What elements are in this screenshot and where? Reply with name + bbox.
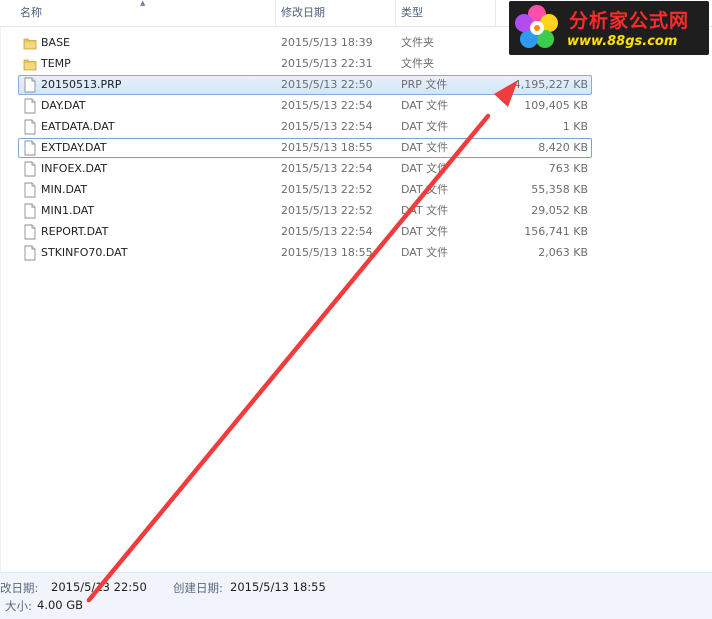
file-name: EATDATA.DAT (41, 120, 115, 133)
file-modified-date: 2015/5/13 18:55 (281, 141, 373, 154)
file-name: DAY.DAT (41, 99, 86, 112)
folder-icon (23, 35, 37, 51)
file-name: MIN.DAT (41, 183, 88, 196)
file-row[interactable]: 20150513.PRP 2015/5/13 22:50 PRP 文件 4,195,2… (18, 75, 592, 95)
file-type: PRP 文件 (401, 78, 448, 91)
file-modified-date: 2015/5/13 22:52 (281, 204, 373, 217)
file-icon (23, 140, 37, 156)
file-modified-date: 2015/5/13 22:50 (281, 78, 373, 91)
file-type: DAT 文件 (401, 162, 449, 175)
watermark-title: 分析家公式网 (569, 10, 690, 32)
file-size: 55,358 KB (531, 183, 588, 196)
file-type: DAT 文件 (401, 246, 449, 259)
file-name: BASE (41, 36, 71, 49)
column-divider[interactable] (395, 0, 396, 26)
file-type: 文件夹 (401, 36, 434, 49)
modified-date-label: 改日期: (0, 581, 39, 595)
file-name: 20150513.PRP (41, 78, 122, 91)
modified-date-value: 2015/5/13 22:50 (51, 580, 147, 594)
file-type: DAT 文件 (401, 225, 449, 238)
file-icon (23, 161, 37, 177)
file-name: STKINFO70.DAT (41, 246, 128, 259)
file-name: REPORT.DAT (41, 225, 109, 238)
file-name: EXTDAY.DAT (41, 141, 107, 154)
file-row[interactable]: REPORT.DAT 2015/5/13 22:54 DAT 文件 156,741 K… (18, 222, 592, 242)
file-row[interactable]: DAY.DAT 2015/5/13 22:54 DAT 文件 109,405 KB (18, 96, 592, 116)
file-size: 2,063 KB (538, 246, 588, 259)
folder-icon (23, 56, 37, 72)
file-row[interactable]: STKINFO70.DAT 2015/5/13 18:55 DAT 文件 2,063 … (18, 243, 592, 263)
file-modified-date: 2015/5/13 22:54 (281, 120, 373, 133)
file-icon (23, 203, 37, 219)
file-row[interactable]: TEMP 2015/5/13 22:31 文件夹 (18, 54, 592, 74)
file-name: TEMP (41, 57, 71, 70)
file-size: 109,405 KB (524, 99, 588, 112)
file-icon (23, 98, 37, 114)
watermark-url: www.88gs.com (567, 34, 678, 49)
file-modified-date: 2015/5/13 18:55 (281, 246, 373, 259)
file-size: 8,420 KB (538, 141, 588, 154)
file-modified-date: 2015/5/13 22:31 (281, 57, 373, 70)
file-row[interactable]: EXTDAY.DAT 2015/5/13 18:55 DAT 文件 8,420 KB (18, 138, 592, 158)
file-type: DAT 文件 (401, 99, 449, 112)
file-type: 文件夹 (401, 57, 434, 70)
file-size: 29,052 KB (531, 204, 588, 217)
flower-logo-icon (515, 5, 558, 48)
file-row[interactable]: MIN.DAT 2015/5/13 22:52 DAT 文件 55,358 KB (18, 180, 592, 200)
sort-ascending-icon: ▲ (140, 0, 146, 7)
file-icon (23, 245, 37, 261)
file-icon (23, 182, 37, 198)
file-size: 1 KB (562, 120, 588, 133)
file-row[interactable]: BASE 2015/5/13 18:39 文件夹 (18, 33, 592, 53)
size-label: 大小: (5, 599, 32, 613)
file-name: MIN1.DAT (41, 204, 95, 217)
file-type: DAT 文件 (401, 141, 449, 154)
file-icon (23, 77, 37, 93)
column-divider[interactable] (495, 0, 496, 26)
file-type: DAT 文件 (401, 183, 449, 196)
pane-divider (0, 27, 1, 572)
column-header-name[interactable]: 名称 (20, 0, 42, 26)
file-modified-date: 2015/5/13 18:39 (281, 36, 373, 49)
file-modified-date: 2015/5/13 22:54 (281, 99, 373, 112)
file-modified-date: 2015/5/13 22:54 (281, 162, 373, 175)
file-row[interactable]: EATDATA.DAT 2015/5/13 22:54 DAT 文件 1 KB (18, 117, 592, 137)
details-pane: 改日期: 2015/5/13 22:50 创建日期: 2015/5/13 18:… (0, 572, 712, 619)
column-header-date[interactable]: 修改日期 (281, 0, 325, 26)
file-size: 4,195,227 KB (513, 78, 588, 91)
file-type: DAT 文件 (401, 120, 449, 133)
file-icon (23, 119, 37, 135)
column-header-type[interactable]: 类型 (401, 0, 423, 26)
created-date-value: 2015/5/13 18:55 (230, 580, 326, 594)
watermark-logo: 分析家公式网 www.88gs.com (509, 1, 709, 55)
file-modified-date: 2015/5/13 22:54 (281, 225, 373, 238)
file-icon (23, 224, 37, 240)
file-row[interactable]: INFOEX.DAT 2015/5/13 22:54 DAT 文件 763 KB (18, 159, 592, 179)
created-date-label: 创建日期: (173, 581, 223, 595)
file-size: 156,741 KB (524, 225, 588, 238)
file-modified-date: 2015/5/13 22:52 (281, 183, 373, 196)
file-size: 763 KB (548, 162, 588, 175)
file-row[interactable]: MIN1.DAT 2015/5/13 22:52 DAT 文件 29,052 KB (18, 201, 592, 221)
column-divider[interactable] (275, 0, 276, 26)
size-value: 4.00 GB (37, 598, 84, 612)
file-type: DAT 文件 (401, 204, 449, 217)
file-name: INFOEX.DAT (41, 162, 108, 175)
